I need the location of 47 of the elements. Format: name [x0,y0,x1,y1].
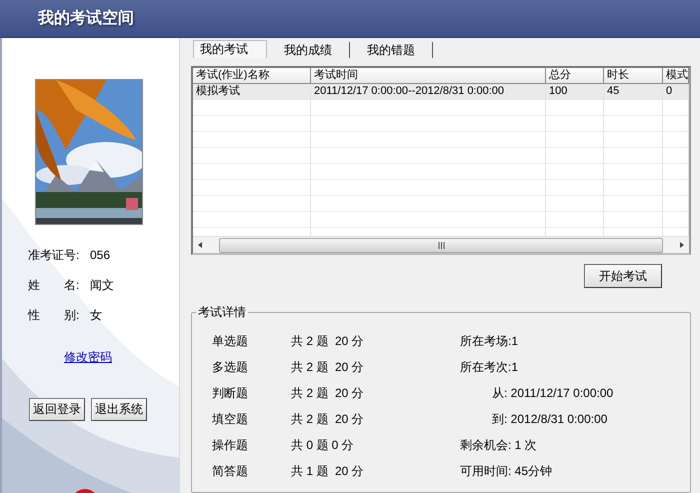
question-summary: 共 2 题 20 分 [291,333,364,350]
scroll-right-icon[interactable] [679,241,685,250]
field-label: 准考证号: [28,246,78,264]
column-header[interactable]: 总分 [546,68,604,84]
question-type: 填空题 [212,411,249,428]
exam-info: 剩余机会: 1 次 [460,437,538,454]
scroll-left-icon[interactable] [197,241,203,250]
table-cell: 45 [604,84,663,100]
panel-title: 考试详情 [197,304,247,322]
tab[interactable]: 我的成绩 [267,42,350,58]
start-exam-button[interactable]: 开始考试 [584,264,662,288]
exam-info: 所在考次:1 [460,359,520,376]
field-value: 056 [90,248,110,262]
table-cell: 0 [663,84,689,100]
exam-info: 所在考场:1 [460,333,520,350]
tab[interactable]: 我的考试 [193,40,267,58]
question-type: 判断题 [212,385,249,402]
column-header[interactable]: 考试(作业)名称 [193,68,311,84]
question-summary: 共 0 题 0 分 [291,437,354,454]
change-password-link[interactable]: 修改密码 [64,349,112,366]
exam-info: 到: 2012/8/31 0:00:00 [491,411,608,428]
question-type: 单选题 [212,333,249,350]
horizontal-scrollbar[interactable] [193,236,689,254]
table-cell: 100 [546,84,604,100]
column-header[interactable]: 模式 [663,68,689,84]
column-header[interactable]: 时长 [604,68,663,84]
question-type: 多选题 [212,359,249,376]
table-cell: 2011/12/17 0:00:00--2012/8/31 0:00:00 [311,84,546,100]
question-summary: 共 2 题 20 分 [291,359,364,376]
exam-info: 从: 2011/12/17 0:00:00 [491,385,614,402]
column-header[interactable]: 考试时间 [311,68,546,84]
exam-info: 可用时间: 45分钟 [460,463,554,480]
question-summary: 共 2 题 20 分 [291,411,364,428]
question-type: 操作题 [212,437,249,454]
action-button[interactable]: 退出系统 [91,398,147,421]
window-title: 我的考试空间 [38,8,134,29]
question-summary: 共 2 题 20 分 [291,385,364,402]
field-label: 姓 名: [28,276,78,294]
tab[interactable]: 我的错题 [350,42,433,58]
grip-icon [438,242,444,249]
action-button[interactable]: 返回登录 [29,398,85,421]
field-value: 闻文 [90,276,114,294]
field-label: 性 别: [28,306,78,324]
question-type: 简答题 [212,463,249,480]
field-value: 女 [90,306,102,324]
table-cell: 模拟考试 [193,84,311,100]
question-summary: 共 1 题 20 分 [291,463,364,480]
